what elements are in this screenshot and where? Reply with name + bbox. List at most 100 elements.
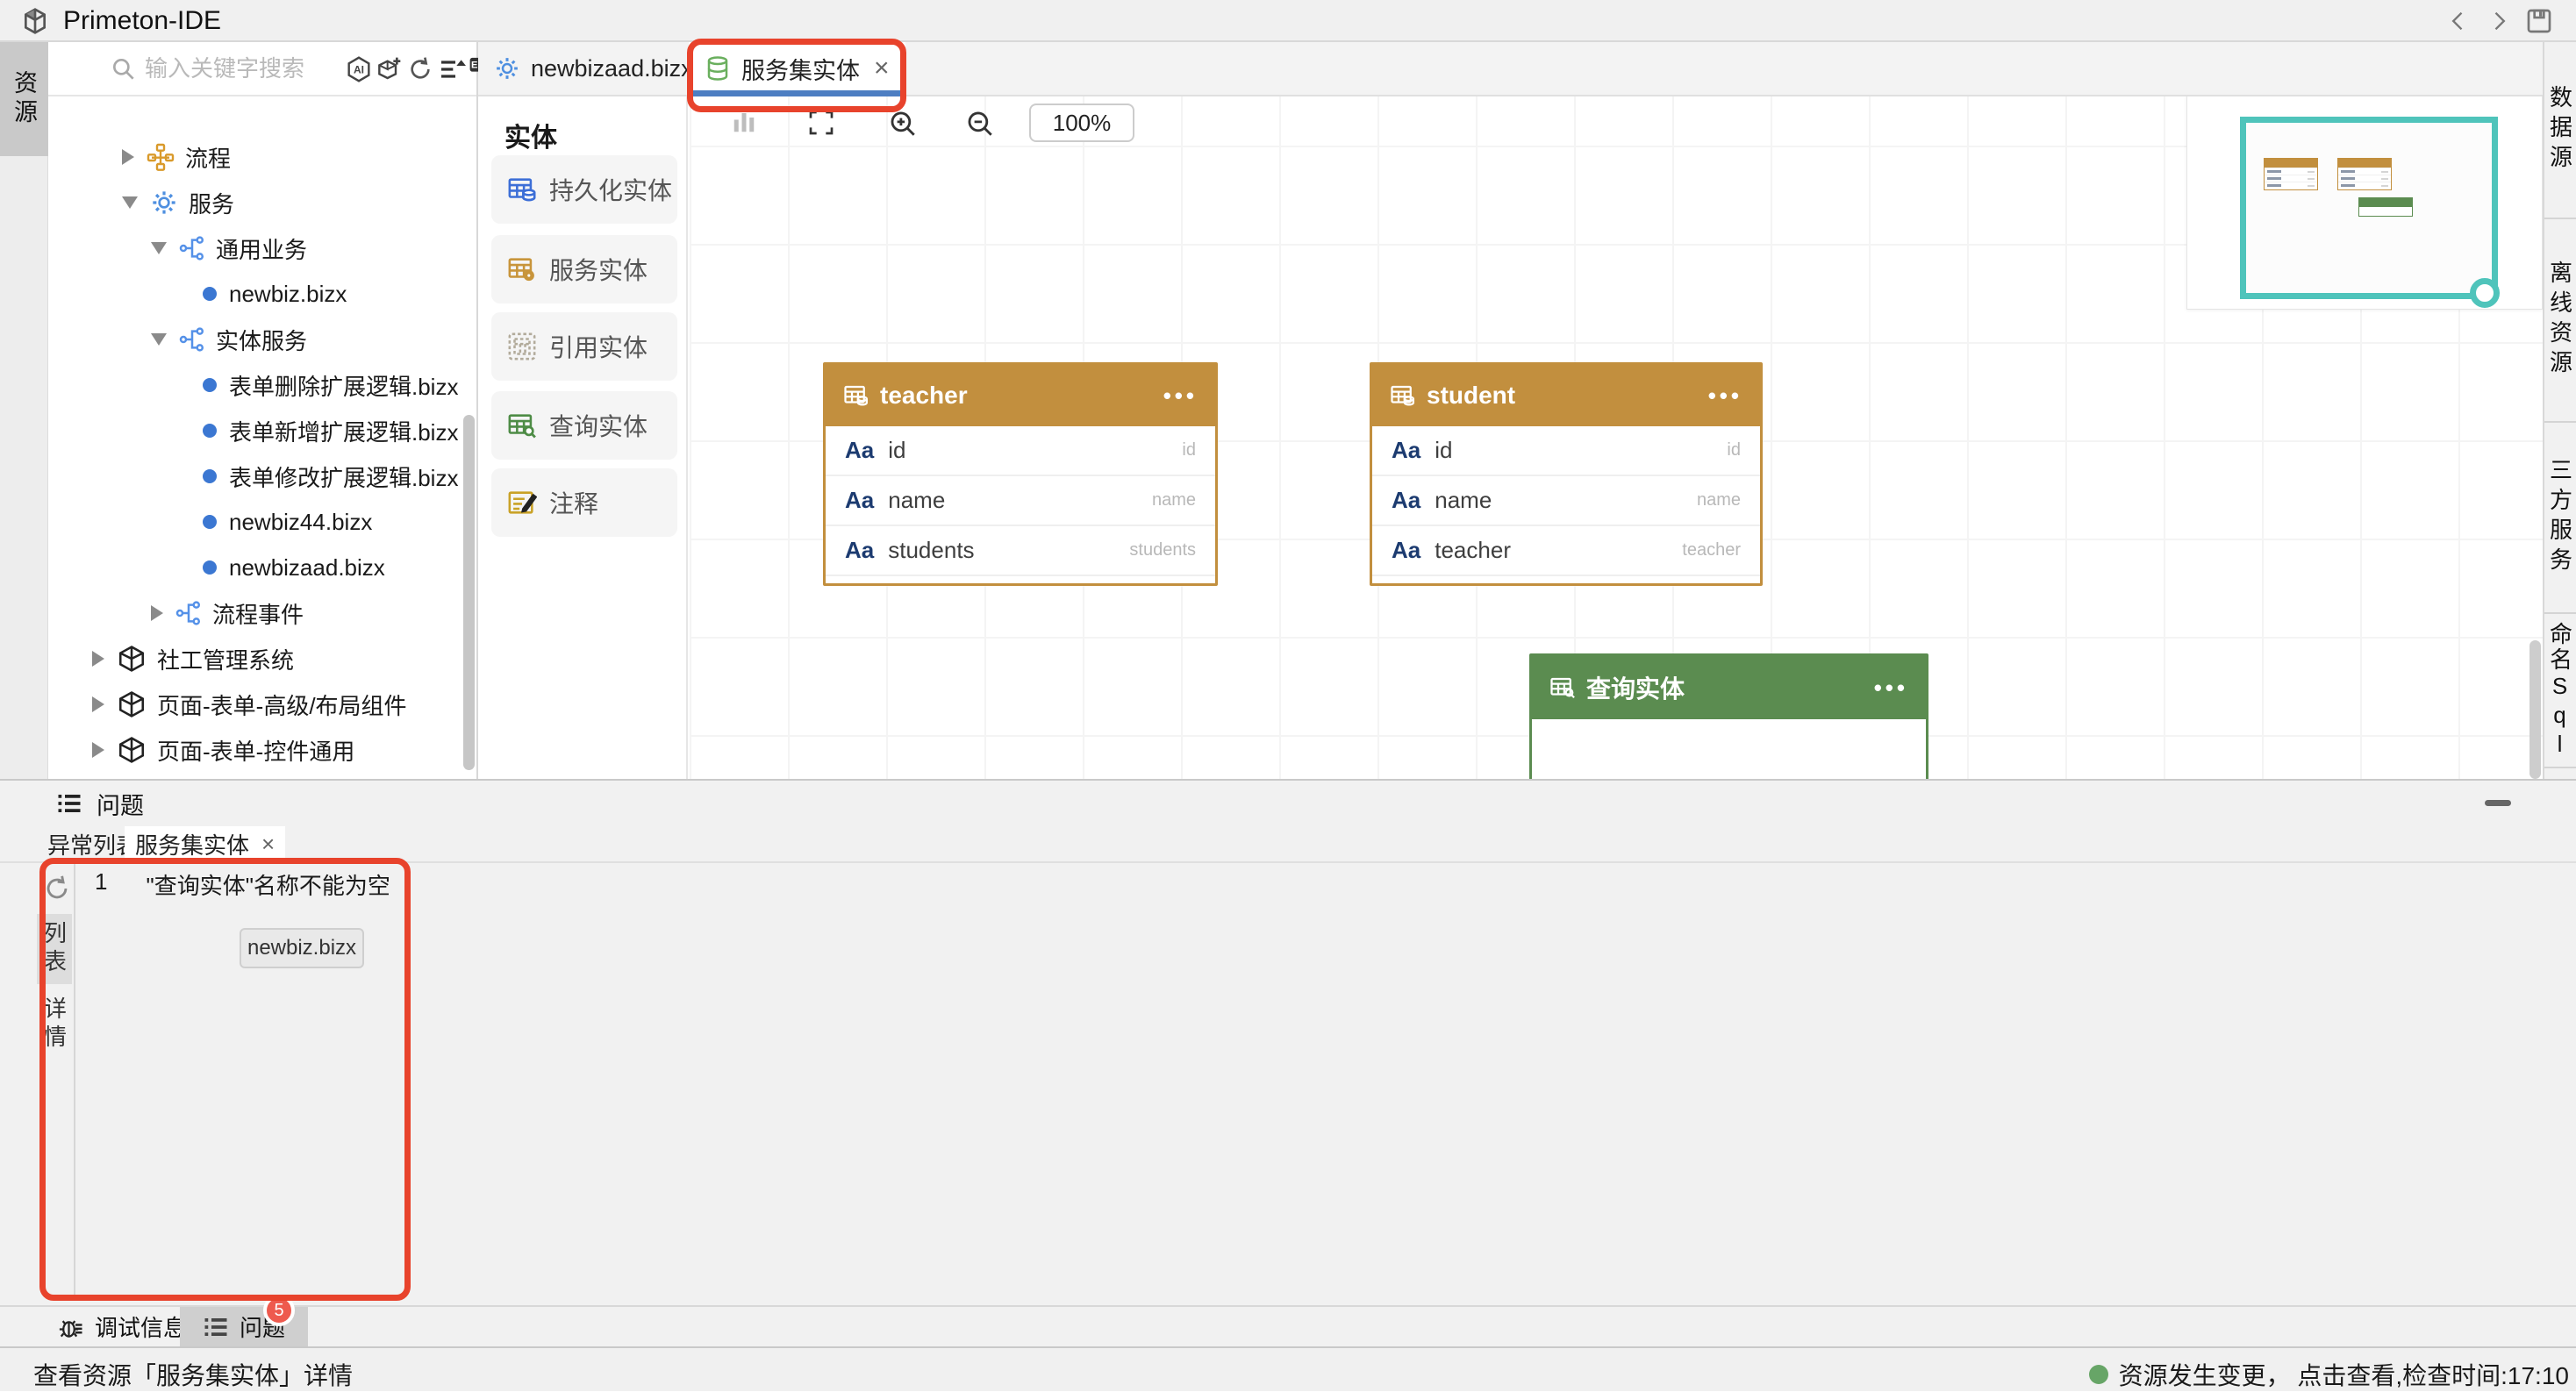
tree-item-package[interactable]: 页面-表单-高级/布局组件 [48, 682, 469, 727]
palette-item-note[interactable]: 注释 [491, 468, 677, 537]
tree-scrollbar[interactable] [463, 415, 475, 770]
side-tab-detail[interactable]: 详情 [37, 989, 72, 1060]
search-icon [110, 55, 138, 83]
zoom-out-icon[interactable] [965, 109, 995, 139]
tree-item-file[interactable]: newbizaad.bizx [48, 545, 469, 590]
zoom-in-icon[interactable] [888, 109, 918, 139]
new-module-icon[interactable] [375, 55, 403, 83]
rail-tab-datasource[interactable]: 数据源 [2544, 42, 2576, 219]
tab-service-set-entity[interactable]: 服务集实体 × [689, 42, 905, 95]
tree-item-package[interactable]: 社工管理系统 [48, 636, 469, 682]
tree-item-service[interactable]: 服务 [48, 180, 469, 225]
problem-row[interactable]: 1 "查询实体"名称不能为空 [95, 868, 390, 901]
file-dot-icon [203, 378, 217, 392]
entity-field[interactable]: Aanamename [1372, 476, 1760, 526]
field-type-badge: Aa [845, 437, 874, 464]
minimap-resize-handle[interactable] [2470, 278, 2500, 308]
rail-tab-label: 资源 [7, 70, 41, 128]
palette-item-reference-entity[interactable]: 引用实体 [491, 312, 677, 381]
nav-forward-icon[interactable] [2487, 9, 2511, 33]
entity-student[interactable]: student ••• Aaidid Aanamename Aateachert… [1370, 362, 1763, 586]
entity-body: Aaidid Aanamename Aastudentsstudents [826, 426, 1215, 583]
palette-item-query-entity[interactable]: 查询实体 [491, 391, 677, 460]
palette-item-persistent-entity[interactable]: 持久化实体 [491, 155, 677, 224]
tree-item-flow[interactable]: 流程 [48, 134, 469, 180]
ai-icon[interactable]: AI [345, 55, 373, 83]
problems-header: 问题 [0, 781, 2576, 826]
columns-icon[interactable] [731, 109, 757, 135]
refresh-icon[interactable] [42, 874, 72, 903]
more-options-icon[interactable]: ••• [1708, 382, 1742, 410]
entity-teacher[interactable]: teacher ••• Aaidid Aanamename Aastudents… [823, 362, 1218, 586]
status-left-text[interactable]: 查看资源「服务集实体」详情 [33, 1357, 353, 1392]
tree-item-file[interactable]: newbiz44.bizx [48, 499, 469, 545]
resource-tree: 流程 服务 通用业务 newbiz.bizx 实体服务 表单删除扩展逻辑.biz… [48, 96, 476, 779]
zoom-level[interactable]: 100% [1029, 104, 1134, 142]
table-icon [1390, 382, 1416, 409]
gear-icon [494, 55, 520, 82]
right-activity-rail: 数据源 离线资源 三方服务 命名Sql [2543, 42, 2576, 779]
active-tab-underline [125, 858, 285, 863]
search-input[interactable] [145, 51, 338, 86]
problem-message: "查询实体"名称不能为空 [146, 868, 390, 901]
entity-body: Aaidid Aanamename Aateacherteacher [1372, 426, 1760, 583]
refresh-icon[interactable] [406, 55, 434, 83]
entity-header[interactable]: student ••• [1372, 365, 1760, 426]
problems-count-badge: 5 [263, 1295, 295, 1326]
canvas-scrollbar[interactable] [2529, 640, 2541, 779]
rail-tab-offline-resources[interactable]: 离线资源 [2544, 219, 2576, 423]
divider [74, 863, 75, 1296]
save-icon[interactable] [2525, 7, 2553, 35]
filter-list-icon[interactable] [438, 55, 466, 83]
tree-item-package[interactable]: 页面-表单-控件通用 [48, 727, 469, 773]
entity-name: student [1427, 382, 1698, 410]
entity-field[interactable]: Aastudentsstudents [826, 526, 1215, 576]
more-options-icon[interactable]: ••• [1163, 382, 1198, 410]
more-options-icon[interactable]: ••• [1874, 675, 1908, 702]
entity-header[interactable]: 查询实体 ••• [1532, 656, 1926, 719]
tree-item-flow-events[interactable]: 流程事件 [48, 590, 469, 636]
entity-field[interactable]: Aanamename [826, 476, 1215, 526]
tree-item-general-biz[interactable]: 通用业务 [48, 225, 469, 271]
diagram-canvas[interactable]: 100% teacher ••• Aaidid Aanamename Aastu… [690, 96, 2543, 779]
status-right-text: 资源发生变更， 点击查看,检查时间:17:10 [2119, 1357, 2569, 1392]
bottom-tab-bar: 调试信息 问题 [0, 1305, 2576, 1346]
close-icon[interactable]: × [874, 54, 890, 83]
rail-tab-thirdparty-services[interactable]: 三方服务 [2544, 423, 2576, 614]
table-icon [843, 382, 869, 409]
tree-item-package[interactable]: 页面-表单-录入控件 [48, 773, 469, 779]
side-tab-list[interactable]: 列表 [37, 914, 72, 984]
tree-item-entity-service[interactable]: 实体服务 [48, 317, 469, 362]
persistent-entity-icon [507, 175, 537, 204]
close-icon[interactable]: × [261, 831, 275, 858]
problems-tab-bar: 异常列表 服务集实体 × [0, 826, 2576, 863]
tab-problems-service-set[interactable]: 服务集实体 × [125, 826, 285, 861]
minimap-viewport[interactable] [2240, 117, 2498, 299]
rail-tab-resources[interactable]: 资源 [0, 42, 48, 156]
tree-item-file[interactable]: 表单修改扩展逻辑.bizx [48, 453, 469, 499]
tree-item-file[interactable]: newbiz.bizx [48, 271, 469, 317]
fit-screen-icon[interactable] [807, 109, 835, 137]
list-icon [56, 790, 82, 817]
entity-header[interactable]: teacher ••• [826, 365, 1215, 426]
minimap[interactable] [2186, 96, 2543, 310]
editor-tab-bar: newbizaad.bizx × 服务集实体 × [478, 42, 2543, 96]
entity-field[interactable]: Aaidid [826, 426, 1215, 476]
tree-item-file[interactable]: 表单新增扩展逻辑.bizx [48, 408, 469, 453]
tree-item-file[interactable]: 表单删除扩展逻辑.bizx [48, 362, 469, 408]
problem-index: 1 [95, 868, 107, 901]
minimize-icon[interactable] [2485, 800, 2511, 806]
field-type-badge: Aa [845, 487, 874, 514]
entity-field[interactable]: Aaidid [1372, 426, 1760, 476]
resource-explorer: AI 文En 流程 服务 通用业务 newbiz.bizx 实体服务 表单删除扩… [48, 42, 478, 779]
entity-query[interactable]: 查询实体 ••• [1529, 653, 1928, 779]
active-tab-underline [689, 90, 905, 96]
nav-back-icon[interactable] [2446, 9, 2471, 33]
tab-label: newbizaad.bizx [531, 55, 693, 82]
rail-tab-named-sql[interactable]: 命名Sql [2544, 614, 2576, 768]
database-icon [705, 55, 731, 82]
status-right[interactable]: 资源发生变更， 点击查看,检查时间:17:10 [2089, 1357, 2569, 1392]
left-activity-rail: 资源 [0, 42, 48, 779]
palette-item-service-entity[interactable]: 服务实体 [491, 235, 677, 303]
entity-field[interactable]: Aateacherteacher [1372, 526, 1760, 576]
